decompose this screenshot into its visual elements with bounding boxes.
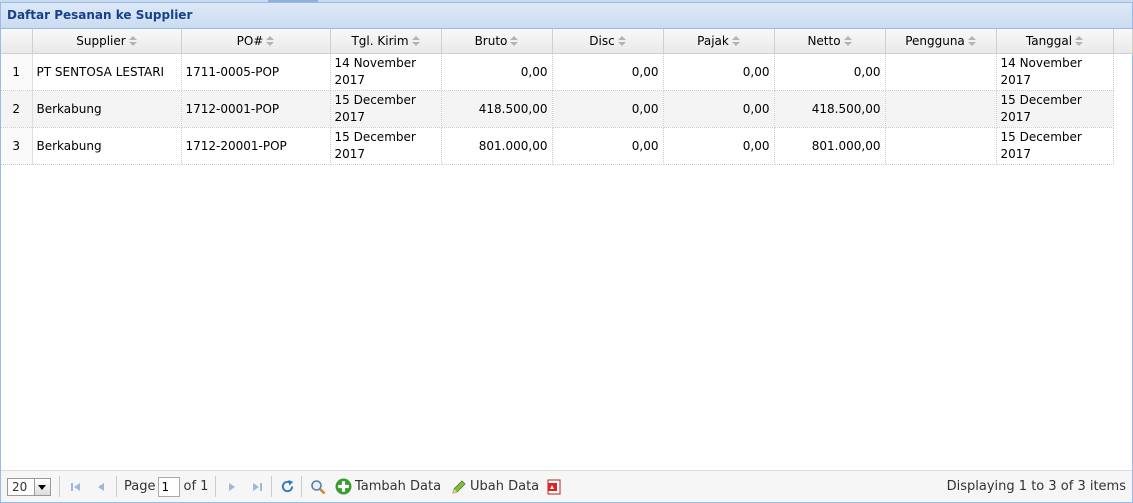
toolbar-separator — [215, 476, 216, 497]
search-button[interactable] — [310, 471, 326, 502]
sort-icon — [510, 36, 519, 47]
page-size-select[interactable]: 20 — [7, 477, 51, 496]
cell-tgl-kirim: 15 December 2017 — [330, 127, 442, 165]
prev-page-icon — [98, 482, 104, 491]
sort-icon — [1075, 36, 1084, 47]
header-disc[interactable]: Disc — [552, 29, 664, 54]
orders-grid: Supplier PO# Tgl. Kirim Bruto Disc Pajak… — [1, 29, 1133, 165]
search-icon — [311, 479, 326, 494]
toolbar-separator — [301, 476, 302, 497]
row-number: 1 — [1, 53, 33, 91]
header-tgl-kirim[interactable]: Tgl. Kirim — [330, 29, 442, 54]
cell-pengguna — [885, 90, 997, 128]
page-size-select-wrap: 20 — [7, 471, 51, 502]
cell-pajak: 0,00 — [663, 90, 775, 128]
cell-bruto: 0,00 — [441, 53, 553, 91]
table-row[interactable]: 1 PT SENTOSA LESTARI 1711-0005-POP 14 No… — [1, 53, 1132, 91]
next-page-button[interactable] — [225, 471, 239, 502]
cell-po: 1712-0001-POP — [181, 90, 331, 128]
cell-netto: 801.000,00 — [774, 127, 886, 165]
add-data-button[interactable]: Tambah Data — [335, 471, 441, 502]
toolbar-separator — [271, 476, 272, 497]
edit-data-button[interactable]: Ubah Data — [451, 471, 539, 502]
next-page-icon — [229, 482, 235, 491]
cell-po: 1711-0005-POP — [181, 53, 331, 91]
header-supplier[interactable]: Supplier — [32, 29, 182, 54]
toolbar-separator — [59, 476, 60, 497]
cell-supplier: Berkabung — [32, 90, 182, 128]
cell-disc: 0,00 — [552, 127, 664, 165]
header-filler — [1113, 29, 1133, 54]
table-row[interactable]: 3 Berkabung 1712-20001-POP 15 December 2… — [1, 127, 1132, 165]
last-page-icon — [253, 482, 262, 491]
cell-pajak: 0,00 — [663, 127, 775, 165]
refresh-button[interactable] — [280, 471, 295, 502]
header-po[interactable]: PO# — [181, 29, 331, 54]
cell-bruto: 418.500,00 — [441, 90, 553, 128]
cell-pajak: 0,00 — [663, 53, 775, 91]
sort-icon — [731, 36, 740, 47]
cell-tanggal: 14 November 2017 — [996, 53, 1114, 91]
cell-pengguna — [885, 53, 997, 91]
cell-tgl-kirim: 15 December 2017 — [330, 90, 442, 128]
chevron-down-icon[interactable] — [34, 478, 50, 495]
page-label: Page — [124, 479, 156, 494]
cell-bruto: 801.000,00 — [441, 127, 553, 165]
cell-po: 1712-20001-POP — [181, 127, 331, 165]
header-netto[interactable]: Netto — [774, 29, 886, 54]
row-number: 3 — [1, 127, 33, 165]
cell-supplier: PT SENTOSA LESTARI — [32, 53, 182, 91]
last-page-button[interactable] — [250, 471, 264, 502]
table-row[interactable]: 2 Berkabung 1712-0001-POP 15 December 20… — [1, 90, 1132, 128]
sort-icon — [128, 36, 137, 47]
grid-header-row: Supplier PO# Tgl. Kirim Bruto Disc Pajak… — [1, 29, 1133, 54]
pencil-icon — [452, 479, 466, 494]
paging-toolbar: 20 Page of 1 — [1, 470, 1132, 502]
header-pajak[interactable]: Pajak — [663, 29, 775, 54]
panel-title: Daftar Pesanan ke Supplier — [1, 3, 1132, 29]
display-info: Displaying 1 to 3 of 3 items — [946, 479, 1126, 494]
add-data-label: Tambah Data — [355, 479, 442, 494]
page-navigator: Page of 1 — [124, 471, 208, 502]
sort-icon — [617, 36, 626, 47]
sort-icon — [843, 36, 852, 47]
first-page-button[interactable] — [69, 471, 83, 502]
cell-disc: 0,00 — [552, 90, 664, 128]
sort-icon — [967, 36, 976, 47]
page-total-label: of 1 — [183, 479, 209, 494]
cell-netto: 0,00 — [774, 53, 886, 91]
header-rownumber — [1, 29, 33, 54]
cell-supplier: Berkabung — [32, 127, 182, 165]
toolbar-separator — [116, 476, 117, 497]
cell-disc: 0,00 — [552, 53, 664, 91]
sort-icon — [411, 36, 420, 47]
cell-pengguna — [885, 127, 997, 165]
header-tanggal[interactable]: Tanggal — [996, 29, 1114, 54]
row-number: 2 — [1, 90, 33, 128]
supplier-order-panel: Daftar Pesanan ke Supplier Supplier PO# … — [0, 2, 1133, 503]
prev-page-button[interactable] — [94, 471, 108, 502]
first-page-icon — [71, 482, 80, 491]
cell-tgl-kirim: 14 November 2017 — [330, 53, 442, 91]
add-icon — [335, 478, 352, 495]
page-number-input[interactable] — [158, 476, 181, 497]
header-pengguna[interactable]: Pengguna — [885, 29, 997, 54]
edit-data-label: Ubah Data — [470, 479, 540, 494]
sort-icon — [266, 36, 275, 47]
header-bruto[interactable]: Bruto — [441, 29, 553, 54]
cell-tanggal: 15 December 2017 — [996, 127, 1114, 165]
export-pdf-button[interactable] — [546, 471, 562, 502]
cell-netto: 418.500,00 — [774, 90, 886, 128]
refresh-icon — [281, 479, 294, 493]
cell-tanggal: 15 December 2017 — [996, 90, 1114, 128]
pdf-icon — [547, 479, 561, 494]
